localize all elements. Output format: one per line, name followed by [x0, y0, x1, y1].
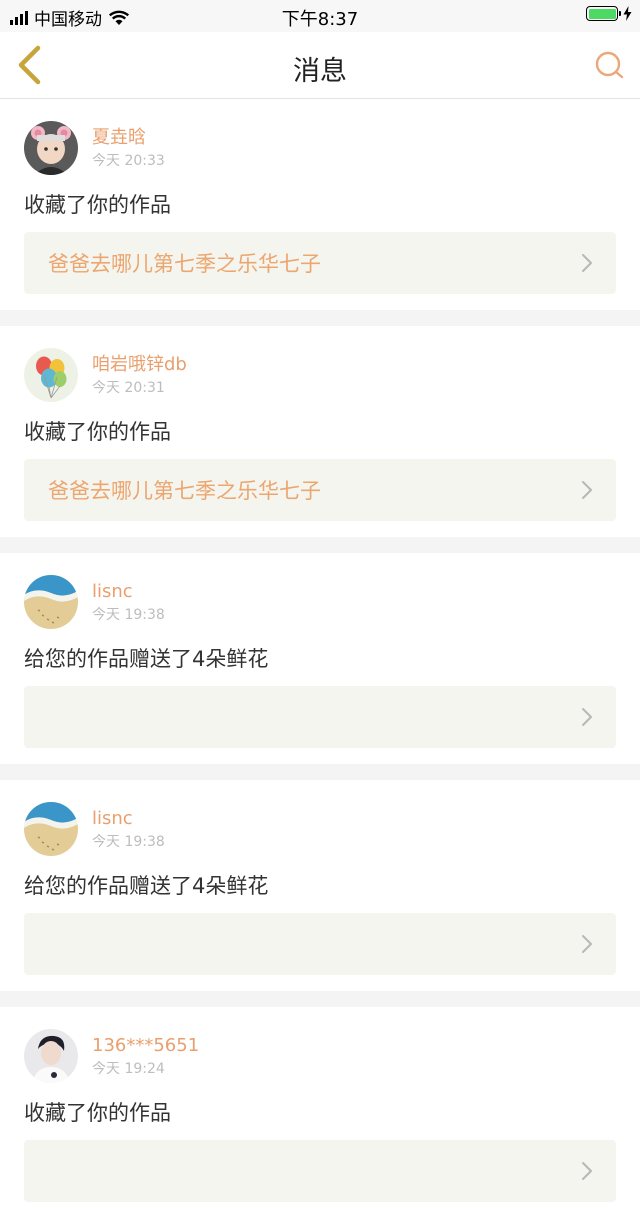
message-time: 今天 19:38 [92, 606, 165, 623]
chevron-right-icon [582, 481, 592, 499]
message-card-5: 136***5651 今天 19:24 收藏了你的作品 [0, 1007, 640, 1218]
message-action: 收藏了你的作品 [24, 1101, 171, 1125]
work-title: 爸爸去哪儿第七季之乐华七子 [48, 479, 321, 503]
message-time: 今天 20:33 [92, 152, 165, 169]
chevron-right-icon [582, 1162, 592, 1180]
sender-name[interactable]: lisnc [92, 580, 165, 604]
message-action: 收藏了你的作品 [24, 420, 171, 444]
message-action: 收藏了你的作品 [24, 193, 171, 217]
message-card-1: 夏垚晗 今天 20:33 收藏了你的作品 爸爸去哪儿第七季之乐华七子 [0, 99, 640, 310]
work-title: 爸爸去哪儿第七季之乐华七子 [48, 252, 321, 276]
message-time: 今天 20:31 [92, 379, 165, 396]
message-meta: 夏垚晗 今天 20:33 [92, 126, 165, 171]
message-time: 今天 19:38 [92, 833, 165, 850]
avatar[interactable] [24, 802, 78, 856]
message-header: 咱岩哦锌db 今天 20:31 [24, 326, 616, 402]
status-time: 下午8:37 [281, 9, 359, 30]
sender-name[interactable]: lisnc [92, 807, 165, 831]
sender-name[interactable]: 咱岩哦锌db [92, 353, 187, 377]
status-bar: 中国移动 下午8:37 [0, 0, 640, 32]
chevron-right-icon [582, 254, 592, 272]
avatar[interactable] [24, 1029, 78, 1083]
status-right [586, 6, 632, 21]
work-link[interactable] [24, 913, 616, 975]
message-time: 今天 19:24 [92, 1060, 165, 1077]
page-title: 消息 [293, 56, 347, 87]
search-button[interactable] [594, 50, 626, 82]
chevron-right-icon [582, 708, 592, 726]
avatar[interactable] [24, 121, 78, 175]
charging-icon [623, 6, 632, 21]
chevron-right-icon [582, 935, 592, 953]
message-meta: lisnc 今天 19:38 [92, 807, 165, 852]
back-button[interactable] [14, 45, 46, 85]
message-meta: 136***5651 今天 19:24 [92, 1034, 199, 1079]
work-link[interactable] [24, 1140, 616, 1202]
avatar[interactable] [24, 575, 78, 629]
avatar[interactable] [24, 348, 78, 402]
nav-bar: 消息 [0, 32, 640, 99]
message-header: 夏垚晗 今天 20:33 [24, 99, 616, 175]
message-card-3: lisnc 今天 19:38 给您的作品赠送了4朵鲜花 [0, 553, 640, 764]
message-card-4: lisnc 今天 19:38 给您的作品赠送了4朵鲜花 [0, 780, 640, 991]
message-list: 夏垚晗 今天 20:33 收藏了你的作品 爸爸去哪儿第七季之乐华七子 咱岩哦锌d… [0, 99, 640, 1218]
sender-name[interactable]: 夏垚晗 [92, 126, 165, 150]
message-meta: lisnc 今天 19:38 [92, 580, 165, 625]
work-link[interactable]: 爸爸去哪儿第七季之乐华七子 [24, 232, 616, 294]
message-header: lisnc 今天 19:38 [24, 553, 616, 629]
message-header: lisnc 今天 19:38 [24, 780, 616, 856]
message-header: 136***5651 今天 19:24 [24, 1007, 616, 1083]
work-link[interactable]: 爸爸去哪儿第七季之乐华七子 [24, 459, 616, 521]
battery-icon [586, 6, 621, 21]
message-meta: 咱岩哦锌db 今天 20:31 [92, 353, 187, 398]
message-action: 给您的作品赠送了4朵鲜花 [24, 647, 269, 671]
sender-name[interactable]: 136***5651 [92, 1034, 199, 1058]
message-card-2: 咱岩哦锌db 今天 20:31 收藏了你的作品 爸爸去哪儿第七季之乐华七子 [0, 326, 640, 537]
message-action: 给您的作品赠送了4朵鲜花 [24, 874, 269, 898]
work-link[interactable] [24, 686, 616, 748]
